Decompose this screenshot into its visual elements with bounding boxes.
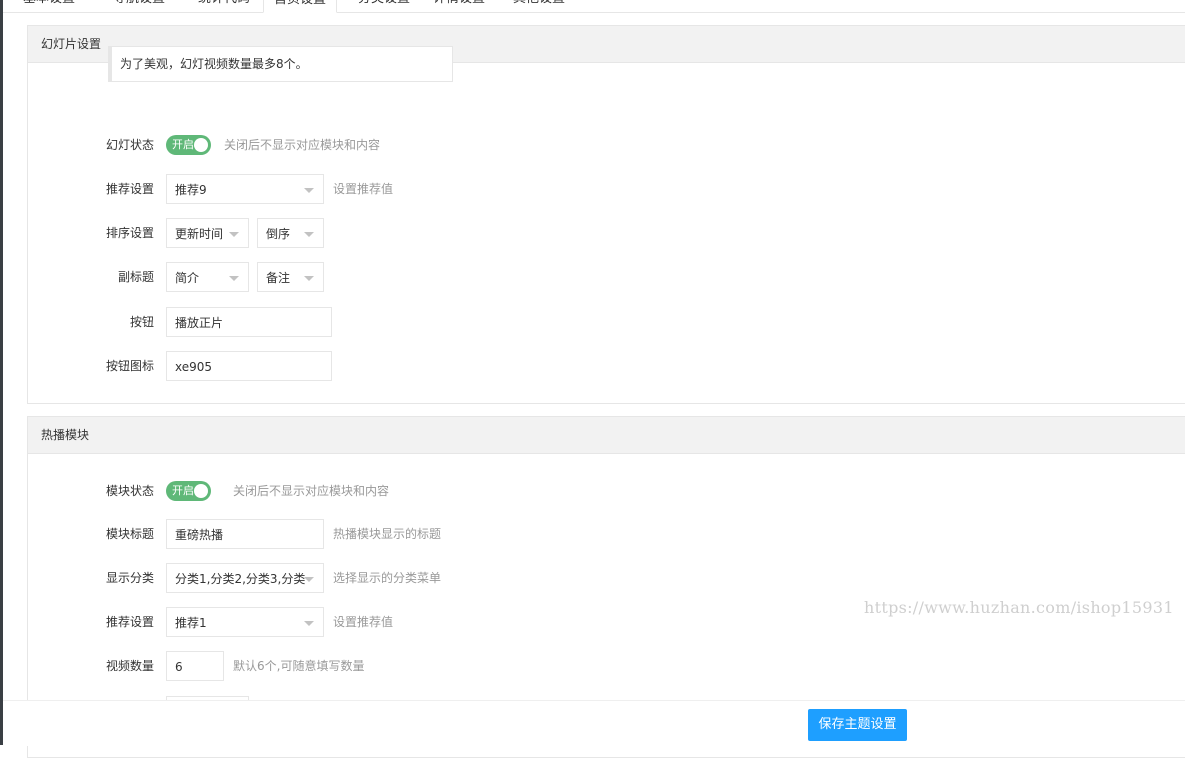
- slide-button-row: 按钮 播放正片: [28, 306, 1185, 338]
- field-label: 按钮: [129, 315, 154, 329]
- field-hint: 设置推荐值: [333, 615, 394, 629]
- hot-count-row: 视频数量 6 默认6个,可随意填写数量: [28, 650, 1185, 682]
- chevron-down-icon: [229, 232, 239, 237]
- slide-subtitle-row: 副标题 简介 备注: [28, 261, 1185, 293]
- hot-status-row: 模块状态 开启 关闭后不显示对应模块和内容: [28, 475, 1185, 507]
- hot-title-row: 模块标题 重磅热播 热播模块显示的标题: [28, 518, 1185, 550]
- save-theme-button[interactable]: 保存主题设置: [808, 709, 907, 741]
- slide-recommend-select[interactable]: 推荐9: [166, 174, 324, 204]
- tab-stats[interactable]: 统计代码: [198, 0, 250, 10]
- tab-detail[interactable]: 详情设置: [433, 0, 485, 10]
- slide-recommend-row: 推荐设置 推荐9 设置推荐值: [28, 173, 1185, 205]
- field-hint: 关闭后不显示对应模块和内容: [224, 138, 381, 152]
- field-label: 显示分类: [105, 571, 154, 585]
- category-select[interactable]: 分类1,分类2,分类3,分类: [166, 563, 324, 593]
- switch-label: 开启: [172, 484, 194, 497]
- tab-basic[interactable]: 基本设置: [23, 0, 75, 10]
- field-hint: 设置推荐值: [333, 182, 394, 196]
- field-label: 排序设置: [105, 226, 154, 240]
- field-label: 模块状态: [105, 484, 154, 498]
- subtitle-select-2[interactable]: 备注: [257, 262, 324, 292]
- sort-field-select[interactable]: 更新时间: [166, 218, 249, 248]
- hot-status-switch[interactable]: 开启: [166, 481, 211, 501]
- switch-label: 开启: [172, 138, 194, 151]
- field-hint: 选择显示的分类菜单: [333, 571, 442, 585]
- field-hint: 关闭后不显示对应模块和内容: [233, 484, 390, 498]
- field-label: 推荐设置: [105, 182, 154, 196]
- button-text-input[interactable]: 播放正片: [166, 307, 332, 337]
- select-value: 备注: [266, 271, 291, 285]
- select-value: 推荐9: [175, 183, 207, 197]
- button-icon-input[interactable]: xe905: [166, 351, 332, 381]
- field-hint: 默认6个,可随意填写数量: [233, 659, 365, 673]
- field-label: 副标题: [117, 270, 154, 284]
- chevron-down-icon: [304, 188, 314, 193]
- sort-order-select[interactable]: 倒序: [257, 218, 324, 248]
- chevron-down-icon: [304, 577, 314, 582]
- slide-status-row: 幻灯状态 开启 关闭后不显示对应模块和内容: [28, 129, 1185, 161]
- notice-box: 为了美观，幻灯视频数量最多8个。: [108, 46, 453, 82]
- chevron-down-icon: [304, 621, 314, 626]
- field-label: 视频数量: [105, 659, 154, 673]
- tab-nav[interactable]: 导航设置: [113, 0, 165, 10]
- field-label: 模块标题: [105, 527, 154, 541]
- footer-bar: 保存主题设置: [3, 700, 1185, 746]
- slide-sort-row: 排序设置 更新时间 倒序: [28, 217, 1185, 249]
- field-label: 推荐设置: [105, 615, 154, 629]
- tab-other[interactable]: 其他设置: [513, 0, 565, 10]
- tab-home[interactable]: 首页设置: [263, 0, 338, 13]
- field-label: 幻灯状态: [105, 138, 154, 152]
- left-edge-bar: [0, 0, 3, 745]
- chevron-down-icon: [304, 232, 314, 237]
- switch-knob: [194, 138, 208, 152]
- select-value: 倒序: [266, 227, 291, 241]
- module-title-input[interactable]: 重磅热播: [166, 519, 324, 549]
- slide-settings-panel: 幻灯片设置 为了美观，幻灯视频数量最多8个。 幻灯状态 开启 关闭后不显示对应模…: [27, 25, 1185, 404]
- field-label: 按钮图标: [105, 359, 154, 373]
- subtitle-select-1[interactable]: 简介: [166, 262, 249, 292]
- hot-recommend-select[interactable]: 推荐1: [166, 607, 324, 637]
- chevron-down-icon: [304, 276, 314, 281]
- select-value: 推荐1: [175, 616, 207, 630]
- video-count-input[interactable]: 6: [166, 651, 224, 681]
- chevron-down-icon: [229, 276, 239, 281]
- hot-category-row: 显示分类 分类1,分类2,分类3,分类 选择显示的分类菜单: [28, 562, 1185, 594]
- slide-status-switch[interactable]: 开启: [166, 135, 211, 155]
- panel-title: 热播模块: [28, 417, 1185, 454]
- watermark-text: https://www.huzhan.com/ishop15931: [864, 598, 1174, 617]
- switch-knob: [194, 484, 208, 498]
- slide-button-icon-row: 按钮图标 xe905: [28, 350, 1185, 382]
- tab-bar: 基本设置 导航设置 统计代码 首页设置 分类设置 详情设置 其他设置: [3, 0, 1185, 13]
- tab-category[interactable]: 分类设置: [358, 0, 410, 10]
- select-value: 分类1,分类2,分类3,分类: [175, 572, 306, 586]
- field-hint: 热播模块显示的标题: [333, 527, 442, 541]
